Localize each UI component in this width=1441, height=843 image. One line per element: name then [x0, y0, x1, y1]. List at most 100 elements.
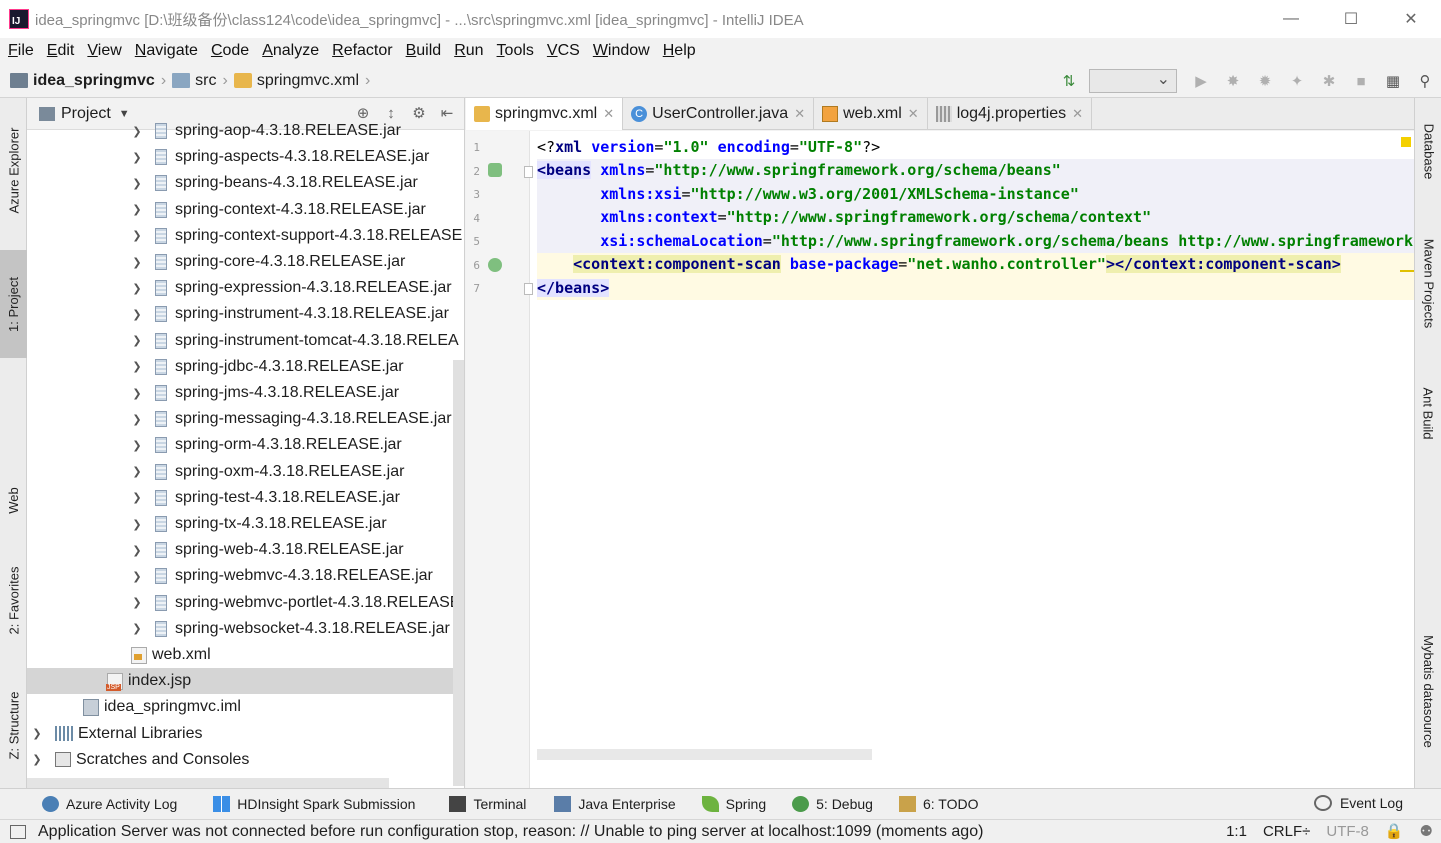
tool-tab-maven[interactable]: Maven Projects: [1415, 223, 1441, 343]
run-configuration-select[interactable]: [1089, 69, 1177, 93]
chevron-right-icon[interactable]: ❯: [131, 256, 143, 269]
tree-row-jar[interactable]: ❯ spring-tx-4.3.18.RELEASE.jar: [27, 511, 464, 537]
tool-tab-hdinsight[interactable]: HDInsight Spark Submission: [213, 796, 415, 812]
project-vertical-scrollbar[interactable]: [453, 360, 464, 786]
chevron-right-icon[interactable]: ❯: [131, 465, 143, 478]
status-message[interactable]: Application Server was not connected bef…: [10, 823, 983, 841]
tab-web-xml[interactable]: web.xml ✕: [814, 98, 928, 130]
tree-row-jar[interactable]: ❯ spring-orm-4.3.18.RELEASE.jar: [27, 432, 464, 458]
chevron-right-icon[interactable]: ❯: [131, 282, 143, 295]
chevron-right-icon[interactable]: ❯: [131, 229, 143, 242]
close-icon[interactable]: ✕: [908, 106, 919, 122]
menu-build[interactable]: Build: [406, 42, 442, 60]
tree-row-jar[interactable]: ❯ spring-oxm-4.3.18.RELEASE.jar: [27, 459, 464, 485]
project-horizontal-scrollbar[interactable]: [27, 778, 389, 788]
tool-tab-favorites[interactable]: 2: Favorites: [0, 548, 27, 653]
tree-row-external-libraries[interactable]: ❯ External Libraries: [27, 721, 464, 747]
tree-row-jar[interactable]: ❯ spring-context-support-4.3.18.RELEASE: [27, 223, 464, 249]
run-with-coverage-icon[interactable]: ✹: [1256, 72, 1274, 90]
chevron-right-icon[interactable]: ❯: [31, 727, 43, 740]
code-text[interactable]: <? xml version = "1.0" encoding = "UTF-8" ?> <…: [537, 131, 1422, 788]
chevron-right-icon[interactable]: ❯: [131, 518, 143, 531]
menu-view[interactable]: View: [87, 42, 121, 60]
chevron-right-icon[interactable]: ❯: [131, 125, 143, 138]
lock-icon[interactable]: 🔒: [1385, 822, 1404, 840]
chevron-right-icon[interactable]: ❯: [131, 387, 143, 400]
file-encoding[interactable]: UTF-8: [1326, 823, 1369, 840]
chevron-right-icon[interactable]: ❯: [131, 491, 143, 504]
spring-scan-gutter-icon[interactable]: [488, 258, 502, 272]
tree-row-jar[interactable]: ❯ spring-webmvc-portlet-4.3.18.RELEASE: [27, 590, 464, 616]
tree-row-jar[interactable]: ❯ spring-beans-4.3.18.RELEASE.jar: [27, 170, 464, 196]
tool-tab-spring[interactable]: Spring: [701, 796, 766, 812]
tool-tab-java-enterprise[interactable]: Java Enterprise: [554, 796, 676, 812]
tree-row-jar[interactable]: ❯ spring-aop-4.3.18.RELEASE.jar: [27, 118, 464, 144]
profile-icon[interactable]: ✦: [1288, 72, 1306, 90]
maximize-button[interactable]: ☐: [1321, 0, 1381, 38]
tool-tab-debug[interactable]: 5: Debug: [792, 796, 873, 812]
tool-tab-event-log[interactable]: Event Log: [1313, 795, 1403, 811]
inspector-icon[interactable]: ⚉: [1420, 822, 1433, 840]
spring-bean-gutter-icon[interactable]: [488, 163, 502, 177]
tree-row-jar[interactable]: ❯ spring-websocket-4.3.18.RELEASE.jar: [27, 616, 464, 642]
tree-row-jar[interactable]: ❯ spring-web-4.3.18.RELEASE.jar: [27, 537, 464, 563]
project-structure-icon[interactable]: ▦: [1384, 72, 1402, 90]
menu-tools[interactable]: Tools: [497, 42, 534, 60]
build-project-icon[interactable]: ⇅: [1060, 72, 1078, 90]
tool-tab-ant[interactable]: Ant Build: [1415, 373, 1441, 453]
tab-log4j-properties[interactable]: log4j.properties ✕: [928, 98, 1093, 130]
chevron-right-icon[interactable]: ❯: [131, 622, 143, 635]
menu-edit[interactable]: Edit: [47, 42, 75, 60]
tree-row-jar[interactable]: ❯ spring-core-4.3.18.RELEASE.jar: [27, 249, 464, 275]
caret-position[interactable]: 1:1: [1226, 823, 1247, 840]
tool-tab-structure[interactable]: Z: Structure: [0, 673, 27, 778]
code-editor[interactable]: 1 2 3 4 5 6 7 <? xml version = "1.0" encodi…: [466, 131, 1422, 788]
tree-row-web-xml[interactable]: web.xml: [27, 642, 464, 668]
tool-tab-mybatis[interactable]: Mybatis datasource: [1415, 616, 1441, 766]
warning-marker-icon[interactable]: [1401, 137, 1411, 147]
tree-row-index-jsp[interactable]: index.jsp: [27, 668, 464, 695]
stop-icon[interactable]: ■: [1352, 72, 1370, 90]
menu-analyze[interactable]: Analyze: [262, 42, 319, 60]
chevron-right-icon[interactable]: ❯: [131, 334, 143, 347]
tree-row-jar[interactable]: ❯ spring-jdbc-4.3.18.RELEASE.jar: [27, 354, 464, 380]
tree-row-scratches[interactable]: ❯ Scratches and Consoles: [27, 747, 464, 773]
menu-code[interactable]: Code: [211, 42, 249, 60]
tool-tab-todo[interactable]: 6: TODO: [898, 796, 978, 812]
editor-horizontal-scrollbar[interactable]: [537, 749, 872, 760]
attach-debugger-icon[interactable]: ✱: [1320, 72, 1338, 90]
chevron-right-icon[interactable]: ❯: [131, 177, 143, 190]
chevron-right-icon[interactable]: ❯: [131, 596, 143, 609]
tree-row-jar[interactable]: ❯ spring-context-4.3.18.RELEASE.jar: [27, 197, 464, 223]
tree-row-jar[interactable]: ❯ spring-expression-4.3.18.RELEASE.jar: [27, 275, 464, 301]
breadcrumb-src[interactable]: src: [172, 72, 216, 90]
close-icon[interactable]: ✕: [794, 106, 805, 122]
close-icon[interactable]: ✕: [603, 106, 614, 122]
close-icon[interactable]: ✕: [1072, 106, 1083, 122]
chevron-right-icon[interactable]: ❯: [31, 753, 43, 766]
chevron-right-icon[interactable]: ❯: [131, 413, 143, 426]
chevron-right-icon[interactable]: ❯: [131, 308, 143, 321]
fold-marker[interactable]: [524, 283, 533, 295]
menu-vcs[interactable]: VCS: [547, 42, 580, 60]
chevron-right-icon[interactable]: ❯: [131, 360, 143, 373]
error-stripe-marker[interactable]: [1400, 270, 1414, 272]
chevron-right-icon[interactable]: ❯: [131, 203, 143, 216]
menu-navigate[interactable]: Navigate: [135, 42, 198, 60]
tree-row-jar[interactable]: ❯ spring-messaging-4.3.18.RELEASE.jar: [27, 406, 464, 432]
tool-tab-azure-activity-log[interactable]: Azure Activity Log: [42, 796, 177, 812]
run-icon[interactable]: ▶: [1192, 72, 1210, 90]
tree-row-jar[interactable]: ❯ spring-instrument-4.3.18.RELEASE.jar: [27, 301, 464, 327]
tree-row-jar[interactable]: ❯ spring-instrument-tomcat-4.3.18.RELEA: [27, 328, 464, 354]
tool-tab-terminal[interactable]: Terminal: [449, 796, 526, 812]
breadcrumb-file[interactable]: springmvc.xml: [233, 72, 359, 90]
menu-refactor[interactable]: Refactor: [332, 42, 392, 60]
tool-tab-database[interactable]: Database: [1415, 106, 1441, 196]
toggle-tool-windows-icon[interactable]: [10, 824, 26, 839]
line-separator[interactable]: CRLF÷: [1263, 823, 1310, 840]
tool-tab-web[interactable]: Web: [0, 470, 27, 530]
close-window-button[interactable]: ✕: [1381, 0, 1441, 38]
tree-row-iml[interactable]: idea_springmvc.iml: [27, 694, 464, 720]
search-everywhere-icon[interactable]: ⚲: [1416, 72, 1434, 90]
breadcrumb-project[interactable]: idea_springmvc: [10, 72, 155, 90]
